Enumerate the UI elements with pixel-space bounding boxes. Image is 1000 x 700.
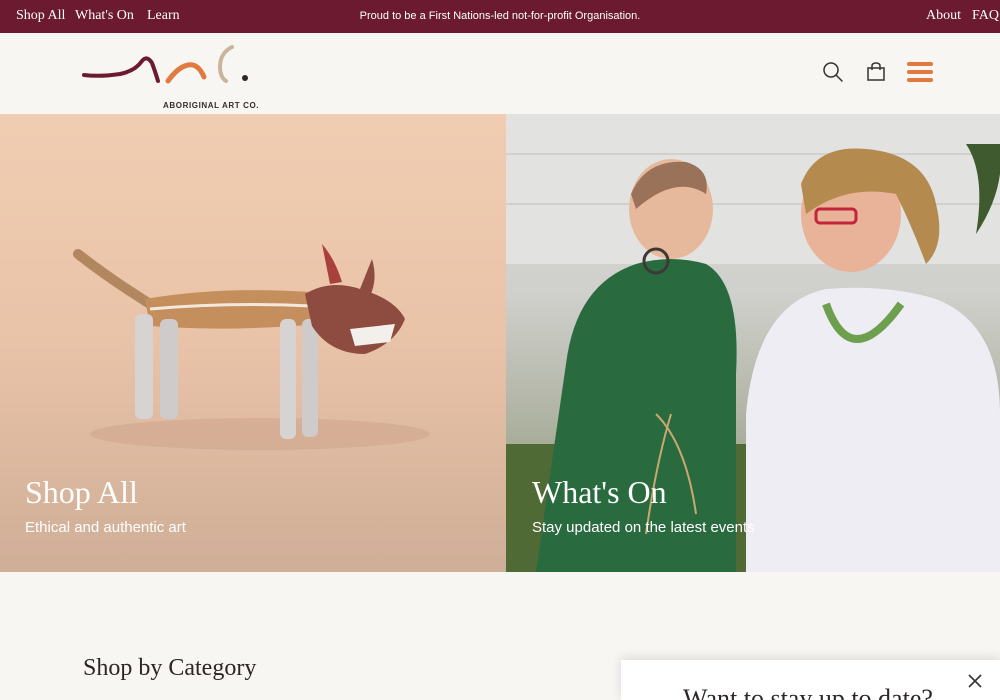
newsletter-popup: Want to stay up to date? <box>621 660 1000 700</box>
menu-button[interactable] <box>905 57 935 87</box>
nav-link-about[interactable]: About <box>926 8 961 24</box>
search-button[interactable] <box>818 57 848 87</box>
nav-link-whats-on[interactable]: What's On <box>75 8 134 24</box>
hero-subtitle: Stay updated on the latest events <box>532 519 755 536</box>
bag-icon <box>867 62 885 81</box>
hero-subtitle: Ethical and authentic art <box>25 519 186 536</box>
hero-card-whats-on[interactable]: What's On Stay updated on the latest eve… <box>506 114 1000 572</box>
cart-button[interactable] <box>861 57 891 87</box>
logo-mark <box>82 45 248 84</box>
nav-link-learn[interactable]: Learn <box>147 8 180 24</box>
hero-title: Shop All <box>25 474 138 510</box>
section-title-shop-by-category: Shop by Category <box>83 655 257 681</box>
popup-title: Want to stay up to date? <box>683 684 933 700</box>
nav-link-faq[interactable]: FAQ <box>972 8 999 24</box>
logo[interactable]: ABORIGINAL ART CO. <box>80 41 260 110</box>
site-header: ABORIGINAL ART CO. <box>0 33 1000 114</box>
hero-card-shop-all[interactable]: Shop All Ethical and authentic art <box>0 114 506 572</box>
hero-title: What's On <box>532 474 667 510</box>
nav-link-shop-all[interactable]: Shop All <box>16 8 65 24</box>
close-icon <box>968 674 982 688</box>
announcement-bar: Shop All What's On Learn Proud to be a F… <box>0 0 1000 33</box>
logo-text: ABORIGINAL ART CO. <box>163 101 260 110</box>
search-icon <box>823 62 843 82</box>
popup-close-button[interactable] <box>966 672 984 690</box>
menu-icon <box>907 62 933 82</box>
